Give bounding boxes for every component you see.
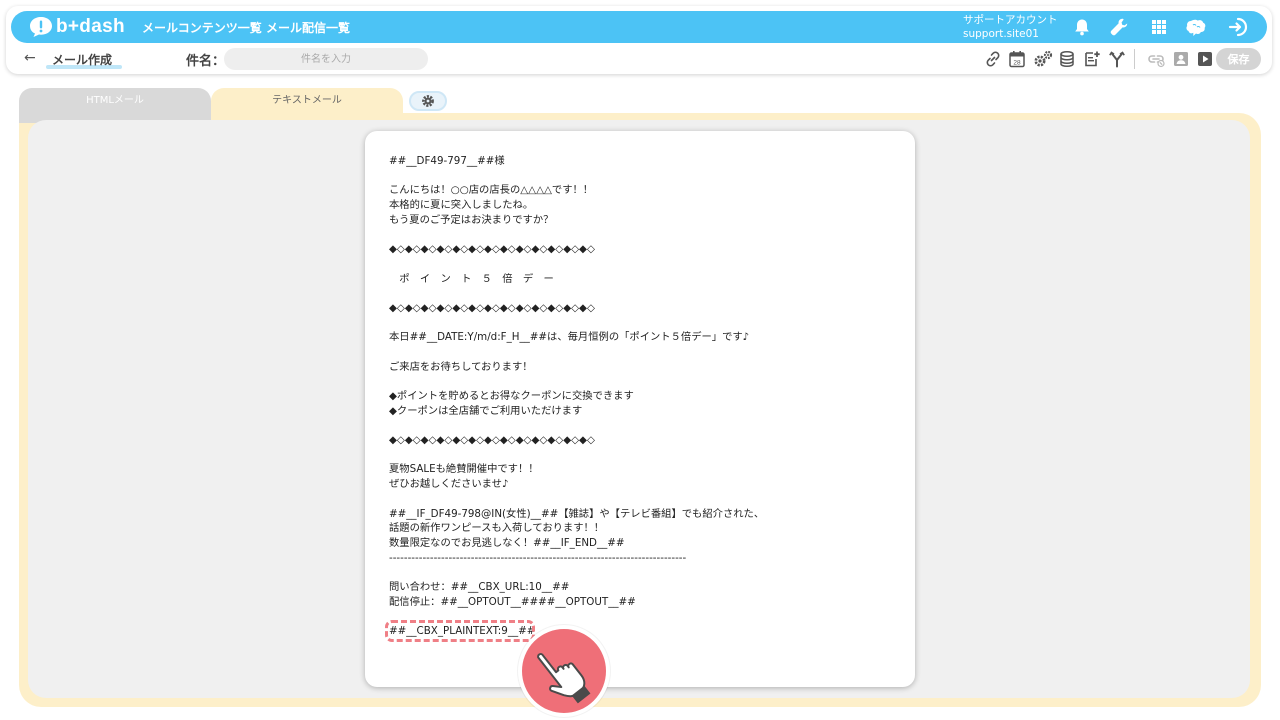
email-body-line [389,448,899,463]
highlight-plaintext-tag [385,620,535,642]
email-body-line: ◆ポイントを貯めるとお得なクーポンに交換できます [389,390,634,402]
brain-icon[interactable] [1185,17,1207,37]
email-body-line: こんにちは！○○店の店長の△△△△です！！ [389,184,594,197]
editor-toolbar: ← メール作成 件名： 28 [6,44,1272,74]
email-body-line: ◆◇◆◇◆◇◆◇◆◇◆◇◆◇◆◇◆◇◆◇◆◇◆◇◆◇ [389,301,595,314]
account-name: サポートアカウント [963,14,1058,26]
subject-input[interactable] [224,48,428,70]
tap-indicator [518,625,610,717]
link-disabled-icon[interactable] [1147,50,1165,68]
email-body-editor[interactable]: ##__DF49-797__##様 こんにちは！○○店の店長の△△△△です！！ 本… [365,131,915,687]
logout-icon[interactable] [1228,17,1248,37]
grid-icon[interactable] [1149,17,1169,37]
nav-mail-contents[interactable]: メールコンテンツ一覧 [142,19,262,36]
account-info[interactable]: サポートアカウント support.site01 [963,13,1058,41]
email-body-line: 本日##__DATE:Y/m/d:F_H__##は、毎月恒例の「ポイント５倍デー… [389,331,750,344]
gear-icon [422,95,434,107]
email-body-line [389,418,899,433]
email-body-line [389,316,899,331]
email-body-line: もう夏のご予定はお決まりですか？ [389,213,554,226]
calendar-icon[interactable]: 28 [1008,50,1026,68]
person-card-icon[interactable] [1172,50,1190,68]
save-button[interactable]: 保存 [1216,48,1261,70]
email-body-line: ----------------------------------------… [389,551,687,564]
email-body-line [389,345,899,360]
email-body-line [389,257,899,272]
top-nav-bar: b+dash メールコンテンツ一覧 メール配信一覧 サポートアカウント supp… [11,11,1267,43]
tab-text-mail[interactable]: テキストメール [211,88,403,114]
wrench-icon[interactable] [1109,17,1129,37]
email-body-line: 本格的に夏に突入しましたね。 [389,199,534,212]
play-icon[interactable] [1196,50,1214,68]
subject-label: 件名： [186,54,226,69]
add-document-icon[interactable] [1083,50,1101,68]
email-body-line [389,492,899,507]
logo-text: b+dash [56,16,125,37]
email-body-line: ぜひお越しくださいませ♪ [389,478,509,491]
email-body-line: ◆◇◆◇◆◇◆◇◆◇◆◇◆◇◆◇◆◇◆◇◆◇◆◇◆◇ [389,434,595,447]
gears-icon[interactable] [1032,50,1054,68]
account-id: support.site01 [963,28,1039,40]
page-title: メール作成 [52,53,113,67]
email-body-line [389,565,899,580]
bell-icon[interactable] [1072,17,1092,37]
email-body-line: 配信停止：##__OPTOUT__####__OPTOUT__## [389,595,636,608]
email-body-line: ご来店をお待ちしております！ [389,360,533,373]
tab-html-mail[interactable]: HTMLメール [19,88,211,114]
toolbar-separator [1134,49,1135,69]
branch-icon[interactable] [1108,50,1126,68]
email-body-line [389,374,899,389]
email-body-line: ◆クーポンは全店舗でご利用いただけます [389,404,583,417]
email-body-line: 夏物SALEも絶賛開催中です！！ [389,463,539,476]
email-body-line [389,227,899,242]
logo-bubble-icon [30,17,52,37]
back-arrow-icon[interactable]: ← [24,50,36,66]
email-body-line: ##__DF49-797__##様 [389,155,505,167]
email-body-line [389,169,899,184]
email-body-line: ポ イ ン ト ５ 倍 デ ー [389,272,554,285]
email-body-line: ◆◇◆◇◆◇◆◇◆◇◆◇◆◇◆◇◆◇◆◇◆◇◆◇◆◇ [389,243,595,256]
pointing-hand-icon [537,652,591,704]
email-body-line: ##__IF_DF49-798@IN(女性)__##【雑誌】や【テレビ番組】でも… [389,507,765,520]
calendar-day: 28 [1013,60,1021,67]
link-icon[interactable] [984,50,1002,68]
email-body-line: 問い合わせ：##__CBX_URL:10__## [389,580,570,593]
header-frame: b+dash メールコンテンツ一覧 メール配信一覧 サポートアカウント supp… [6,6,1272,74]
email-body-line [389,286,899,301]
email-body-line: 数量限定なのでお見逃しなく！##__IF_END__## [389,536,625,549]
email-body-line: 話題の新作ワンピースも入荷しております！！ [389,522,605,535]
database-icon[interactable] [1058,50,1076,68]
settings-tab[interactable] [409,91,447,111]
email-body-text[interactable]: ##__DF49-797__##様 こんにちは！○○店の店長の△△△△です！！ 本… [389,154,899,639]
logo[interactable]: b+dash [29,14,125,40]
nav-mail-delivery[interactable]: メール配信一覧 [266,19,350,36]
